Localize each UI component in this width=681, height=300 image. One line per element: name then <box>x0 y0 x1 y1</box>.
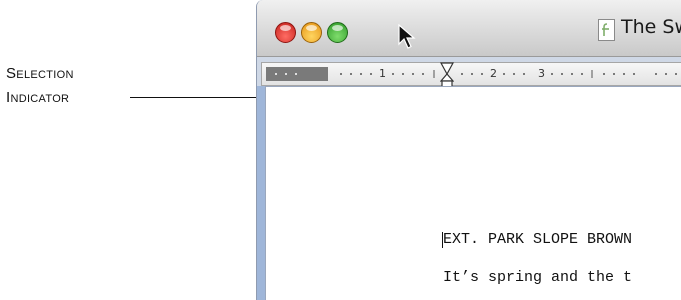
callout-leader-line <box>130 97 256 98</box>
callout-line-1: Selection <box>6 65 74 82</box>
mouse-pointer-icon <box>398 24 416 49</box>
ruler-number: 2 <box>490 67 497 80</box>
ruler[interactable]: 1 2 3 <box>261 62 681 89</box>
window-frame <box>257 86 265 300</box>
script-page[interactable] <box>265 86 681 300</box>
script-line: EXT. PARK SLOPE BROWN <box>443 231 633 248</box>
app-window: The Sw <box>256 0 681 300</box>
ruler-ticks <box>275 70 677 78</box>
ruler-number: 3 <box>538 67 545 80</box>
callout-label: Selection Indicator <box>6 62 136 110</box>
ruler-number: 1 <box>379 67 386 80</box>
callout-line-2: Indicator <box>6 89 70 106</box>
close-button[interactable] <box>275 22 296 43</box>
zoom-button[interactable] <box>327 22 348 43</box>
window-title: The Sw <box>621 16 681 38</box>
script-line: It’s spring and the t <box>443 269 633 286</box>
document-icon <box>598 19 615 41</box>
minimize-button[interactable] <box>301 22 322 43</box>
title-bar[interactable]: The Sw <box>257 0 681 57</box>
